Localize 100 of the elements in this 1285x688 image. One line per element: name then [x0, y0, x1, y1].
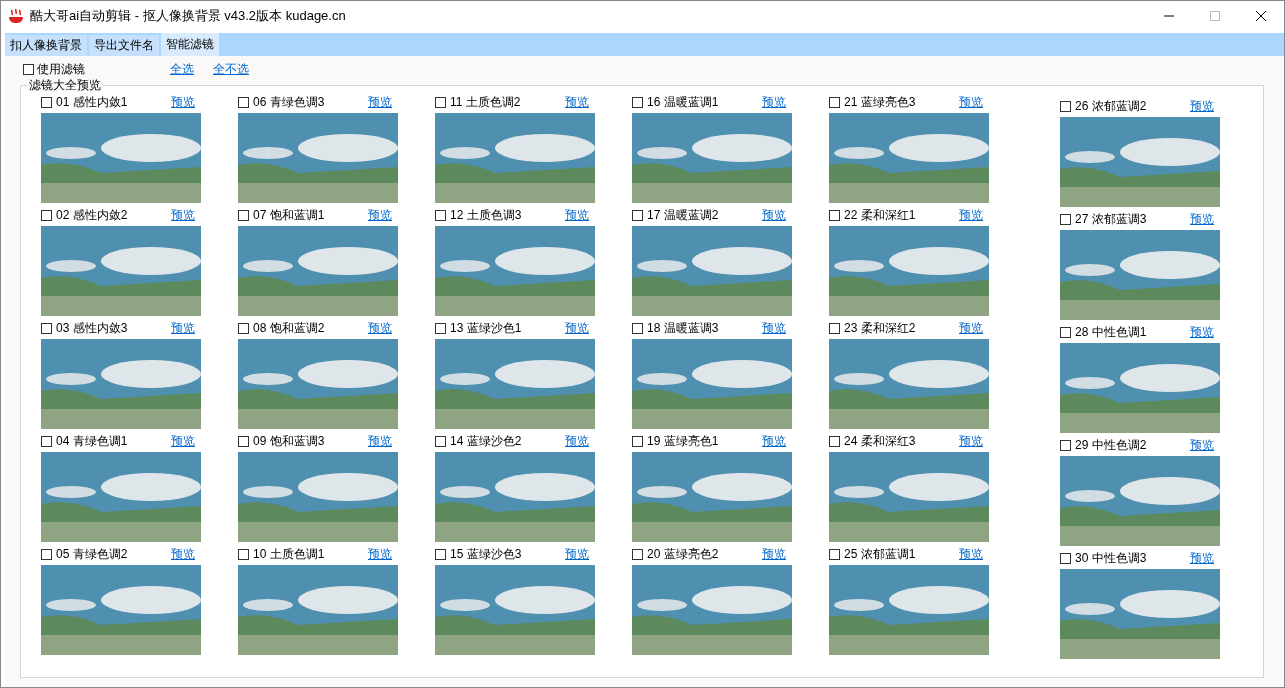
filter-label: 03 感性内敛3 — [56, 319, 128, 337]
preview-link[interactable]: 预览 — [762, 545, 786, 563]
checkbox[interactable] — [41, 548, 52, 560]
preview-link[interactable]: 预览 — [171, 432, 195, 450]
filter-label: 14 蓝绿沙色2 — [450, 432, 522, 450]
checkbox[interactable] — [829, 548, 840, 560]
filter-label: 06 青绿色调3 — [253, 93, 325, 111]
preview-link[interactable]: 预览 — [1190, 436, 1214, 454]
checkbox[interactable] — [41, 209, 52, 221]
filter-label: 22 柔和深红1 — [844, 206, 916, 224]
link[interactable]: 全选 — [170, 60, 194, 78]
preview-link[interactable]: 预览 — [959, 206, 983, 224]
preview-link[interactable]: 预览 — [762, 319, 786, 337]
filter-label: 20 蓝绿亮色2 — [647, 545, 719, 563]
checkbox[interactable] — [1060, 213, 1071, 225]
preview-link[interactable]: 预览 — [762, 206, 786, 224]
preview-link[interactable]: 预览 — [762, 93, 786, 111]
checkbox[interactable] — [632, 322, 643, 334]
checkbox[interactable] — [238, 96, 249, 108]
filter-label: 15 蓝绿沙色3 — [450, 545, 522, 563]
preview-link[interactable]: 预览 — [565, 206, 589, 224]
filter-label: 24 柔和深红3 — [844, 432, 916, 450]
preview-link[interactable]: 预览 — [565, 93, 589, 111]
filter-label: 09 饱和蓝调3 — [253, 432, 325, 450]
checkbox[interactable] — [1060, 439, 1071, 451]
preview-link[interactable]: 预览 — [959, 545, 983, 563]
checkbox[interactable] — [238, 548, 249, 560]
checkbox[interactable] — [632, 548, 643, 560]
filter-label: 08 饱和蓝调2 — [253, 319, 325, 337]
group-title: 滤镜大全预览 — [27, 78, 103, 92]
preview-link[interactable]: 预览 — [1190, 97, 1214, 115]
checkbox[interactable] — [23, 63, 34, 75]
filter-label: 23 柔和深红2 — [844, 319, 916, 337]
preview-link[interactable]: 预览 — [368, 206, 392, 224]
preview-link[interactable]: 预览 — [171, 93, 195, 111]
filter-label: 02 感性内敛2 — [56, 206, 128, 224]
checkbox[interactable] — [435, 322, 446, 334]
tab[interactable]: 扣人像换背景 — [5, 35, 87, 56]
checkbox[interactable] — [829, 435, 840, 447]
filter-label: 05 青绿色调2 — [56, 545, 128, 563]
preview-link[interactable]: 预览 — [368, 93, 392, 111]
checkbox[interactable] — [1060, 552, 1071, 564]
checkbox[interactable] — [41, 435, 52, 447]
filter-label: 18 温暖蓝调3 — [647, 319, 719, 337]
checkbox[interactable] — [829, 322, 840, 334]
filter-label: 19 蓝绿亮色1 — [647, 432, 719, 450]
filter-label: 27 浓郁蓝调3 — [1075, 210, 1147, 228]
checkbox[interactable] — [435, 96, 446, 108]
checkbox[interactable] — [632, 209, 643, 221]
preview-link[interactable]: 预览 — [171, 319, 195, 337]
filter-label: 25 浓郁蓝调1 — [844, 545, 916, 563]
filter-label: 29 中性色调2 — [1075, 436, 1147, 454]
window-title: 酷大哥ai自动剪辑 - 抠人像换背景 v43.2版本 kudage.cn — [30, 7, 346, 25]
checkbox[interactable] — [1060, 100, 1071, 112]
tab[interactable]: 导出文件名 — [89, 35, 159, 56]
filter-label: 30 中性色调3 — [1075, 549, 1147, 567]
steam-icon — [8, 8, 24, 24]
checkbox[interactable] — [435, 548, 446, 560]
preview-link[interactable]: 预览 — [368, 432, 392, 450]
checkbox[interactable] — [435, 209, 446, 221]
preview-link[interactable]: 预览 — [171, 206, 195, 224]
filter-label: 28 中性色调1 — [1075, 323, 1147, 341]
preview-link[interactable]: 预览 — [1190, 210, 1214, 228]
filter-label: 13 蓝绿沙色1 — [450, 319, 522, 337]
filter-label: 17 温暖蓝调2 — [647, 206, 719, 224]
checkbox[interactable] — [632, 96, 643, 108]
preview-link[interactable]: 预览 — [1190, 323, 1214, 341]
checkbox[interactable] — [238, 322, 249, 334]
checkbox[interactable] — [829, 96, 840, 108]
checkbox[interactable] — [41, 322, 52, 334]
filter-label: 07 饱和蓝调1 — [253, 206, 325, 224]
preview-link[interactable]: 预览 — [959, 319, 983, 337]
preview-link[interactable]: 预览 — [368, 319, 392, 337]
filter-label: 21 蓝绿亮色3 — [844, 93, 916, 111]
filter-label: 10 土质色调1 — [253, 545, 325, 563]
checkbox[interactable] — [632, 435, 643, 447]
tab[interactable]: 智能滤镜 — [161, 33, 219, 56]
filter-label: 12 土质色调3 — [450, 206, 522, 224]
preview-link[interactable]: 预览 — [565, 319, 589, 337]
filter-label: 01 感性内敛1 — [56, 93, 128, 111]
link[interactable]: 全不选 — [213, 60, 249, 78]
preview-link[interactable]: 预览 — [565, 545, 589, 563]
preview-link[interactable]: 预览 — [959, 93, 983, 111]
checkbox[interactable] — [41, 96, 52, 108]
checkbox-label: 使用滤镜 — [37, 60, 85, 78]
filter-label: 11 土质色调2 — [450, 93, 521, 111]
checkbox[interactable] — [1060, 326, 1071, 338]
checkbox[interactable] — [238, 209, 249, 221]
filter-label: 04 青绿色调1 — [56, 432, 128, 450]
preview-link[interactable]: 预览 — [959, 432, 983, 450]
preview-link[interactable]: 预览 — [762, 432, 786, 450]
preview-link[interactable]: 预览 — [1190, 549, 1214, 567]
preview-link[interactable]: 预览 — [368, 545, 392, 563]
preview-link[interactable]: 预览 — [565, 432, 589, 450]
filter-label: 26 浓郁蓝调2 — [1075, 97, 1147, 115]
checkbox[interactable] — [435, 435, 446, 447]
checkbox[interactable] — [829, 209, 840, 221]
preview-link[interactable]: 预览 — [171, 545, 195, 563]
filter-label: 16 温暖蓝调1 — [647, 93, 719, 111]
checkbox[interactable] — [238, 435, 249, 447]
